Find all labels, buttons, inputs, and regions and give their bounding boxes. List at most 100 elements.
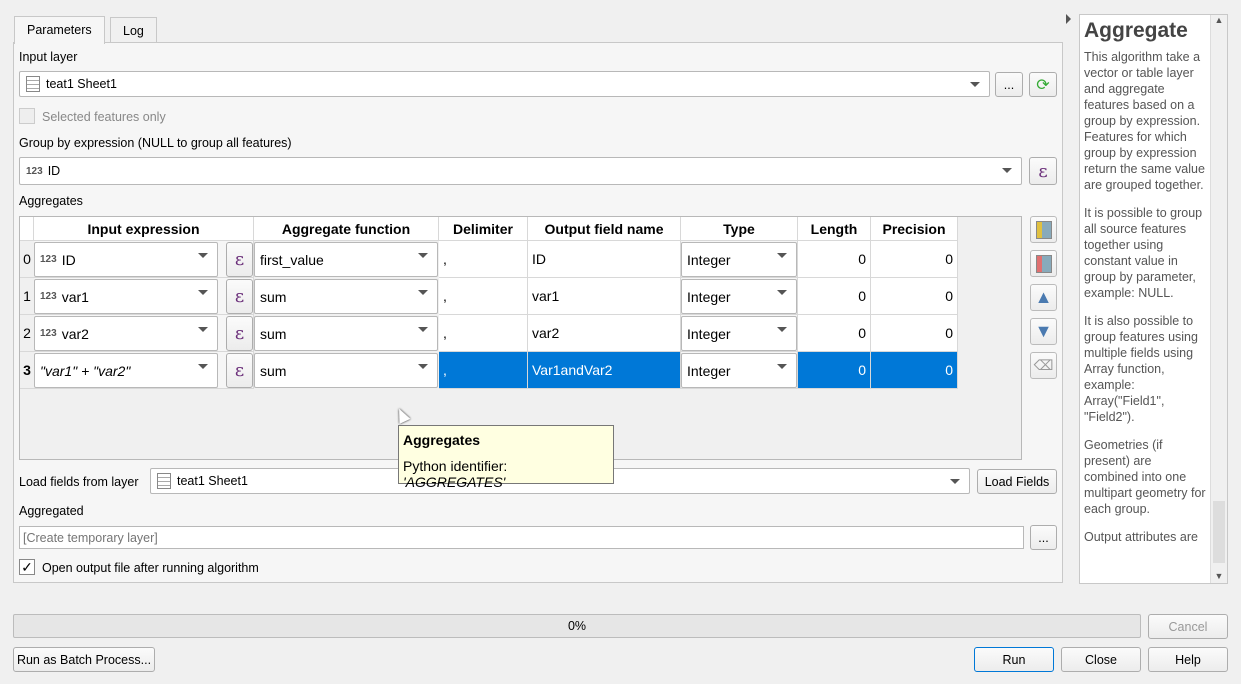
help-button[interactable]: Help: [1148, 647, 1228, 672]
corner-header: [20, 217, 34, 241]
column-header[interactable]: Aggregate function: [254, 217, 439, 241]
type-combo[interactable]: Integer: [681, 279, 797, 314]
integer-field-icon: 123: [40, 328, 57, 339]
move-down-button[interactable]: ▼: [1030, 318, 1057, 345]
column-header[interactable]: Output field name: [528, 217, 681, 241]
expression-builder-button[interactable]: ε: [226, 279, 253, 314]
expression-combo[interactable]: 123 var2: [34, 316, 218, 351]
function-combo[interactable]: first_value: [254, 242, 438, 277]
scroll-down-icon[interactable]: ▼: [1211, 571, 1227, 581]
type-combo[interactable]: Integer: [681, 353, 797, 388]
column-header[interactable]: Type: [681, 217, 798, 241]
delimiter-cell[interactable]: ,: [439, 241, 528, 278]
tab-log[interactable]: Log: [110, 17, 157, 43]
aggregated-label: Aggregated: [19, 504, 84, 518]
group-by-label: Group by expression (NULL to group all f…: [19, 136, 292, 150]
output-cell[interactable]: ID: [528, 241, 681, 278]
output-cell[interactable]: Var1andVar2: [528, 352, 681, 389]
expression-builder-button[interactable]: ε: [1029, 157, 1057, 185]
clear-button[interactable]: ⌫: [1030, 352, 1057, 379]
row-header[interactable]: 1: [20, 278, 34, 315]
load-fields-button[interactable]: Load Fields: [977, 469, 1057, 494]
help-paragraph: This algorithm take a vector or table la…: [1084, 50, 1205, 192]
row-header[interactable]: 3: [20, 352, 34, 389]
column-header[interactable]: Length: [798, 217, 871, 241]
triangle-down-icon: ▼: [1034, 321, 1053, 341]
output-cell[interactable]: var2: [528, 315, 681, 352]
iterate-refresh-button[interactable]: ⟳: [1029, 72, 1057, 97]
output-browse-button[interactable]: ...: [1030, 525, 1057, 550]
expression-builder-button[interactable]: ε: [226, 353, 253, 388]
expression-value: "var1" + "var2": [40, 362, 131, 379]
chevron-down-icon: [198, 327, 208, 332]
expression-builder-button[interactable]: ε: [226, 316, 253, 351]
help-panel: Aggregate This algorithm take a vector o…: [1079, 14, 1228, 584]
delimiter-cell[interactable]: ,: [439, 352, 528, 389]
help-scrollbar[interactable]: ▲ ▼: [1210, 15, 1227, 583]
output-layer-input[interactable]: [19, 526, 1024, 549]
row-header[interactable]: 0: [20, 241, 34, 278]
tooltip-prefix: Python identifier:: [403, 458, 508, 474]
output-cell[interactable]: var1: [528, 278, 681, 315]
length-cell[interactable]: 0: [798, 241, 871, 278]
scrollbar-thumb[interactable]: [1213, 501, 1225, 563]
open-output-checkbox[interactable]: ✓: [19, 559, 35, 575]
delimiter-cell[interactable]: ,: [439, 278, 528, 315]
row-header[interactable]: 2: [20, 315, 34, 352]
tab-parameters[interactable]: Parameters: [14, 16, 105, 44]
type-combo[interactable]: Integer: [681, 242, 797, 277]
chevron-down-icon: [970, 82, 980, 87]
help-paragraph: Output attributes are: [1084, 530, 1198, 544]
delete-field-button[interactable]: [1030, 250, 1057, 277]
precision-cell[interactable]: 0: [871, 315, 958, 352]
delimiter-cell[interactable]: ,: [439, 315, 528, 352]
cancel-button[interactable]: Cancel: [1148, 614, 1228, 639]
move-up-button[interactable]: ▲: [1030, 284, 1057, 311]
type-value: Integer: [687, 288, 731, 305]
expression-builder-button[interactable]: ε: [226, 242, 253, 277]
delete-field-icon: [1035, 254, 1052, 273]
epsilon-icon: ε: [234, 286, 245, 307]
column-header[interactable]: Delimiter: [439, 217, 528, 241]
function-combo[interactable]: sum: [254, 353, 438, 388]
selected-only-checkbox[interactable]: [19, 108, 35, 124]
group-by-combo[interactable]: 123 ID: [19, 157, 1022, 185]
backspace-icon: ⌫: [1033, 357, 1054, 373]
precision-cell[interactable]: 0: [871, 278, 958, 315]
refresh-icon: ⟳: [1036, 76, 1050, 94]
expression-combo[interactable]: 123 var1: [34, 279, 218, 314]
length-cell[interactable]: 0: [798, 278, 871, 315]
chevron-down-icon: [418, 327, 428, 332]
function-combo[interactable]: sum: [254, 316, 438, 351]
add-field-button[interactable]: [1030, 216, 1057, 243]
epsilon-icon: ε: [234, 360, 245, 381]
integer-field-icon: 123: [40, 291, 57, 302]
batch-process-button[interactable]: Run as Batch Process...: [13, 647, 155, 672]
column-header[interactable]: Precision: [871, 217, 958, 241]
column-header[interactable]: Input expression: [34, 217, 254, 241]
help-paragraph: It is also possible to group features us…: [1084, 314, 1198, 424]
precision-cell[interactable]: 0: [871, 352, 958, 389]
function-combo[interactable]: sum: [254, 279, 438, 314]
tooltip-identifier: 'AGGREGATES': [403, 474, 506, 490]
run-button[interactable]: Run: [974, 647, 1054, 672]
chevron-down-icon: [777, 253, 787, 258]
scroll-up-icon[interactable]: ▲: [1211, 15, 1227, 25]
function-value: first_value: [260, 251, 324, 268]
length-cell[interactable]: 0: [798, 315, 871, 352]
collapse-arrow-icon[interactable]: [1066, 14, 1071, 24]
expression-combo[interactable]: "var1" + "var2": [34, 353, 218, 388]
group-by-value: ID: [47, 164, 61, 178]
input-layer-combo[interactable]: teat1 Sheet1: [19, 71, 990, 97]
help-paragraph: It is possible to group all source featu…: [1084, 206, 1203, 300]
precision-cell[interactable]: 0: [871, 241, 958, 278]
close-button[interactable]: Close: [1061, 647, 1141, 672]
chevron-down-icon: [418, 290, 428, 295]
expression-combo[interactable]: 123 ID: [34, 242, 218, 277]
chevron-down-icon: [198, 253, 208, 258]
type-combo[interactable]: Integer: [681, 316, 797, 351]
type-value: Integer: [687, 251, 731, 268]
input-layer-browse-button[interactable]: ...: [995, 72, 1023, 97]
type-value: Integer: [687, 362, 731, 379]
length-cell[interactable]: 0: [798, 352, 871, 389]
